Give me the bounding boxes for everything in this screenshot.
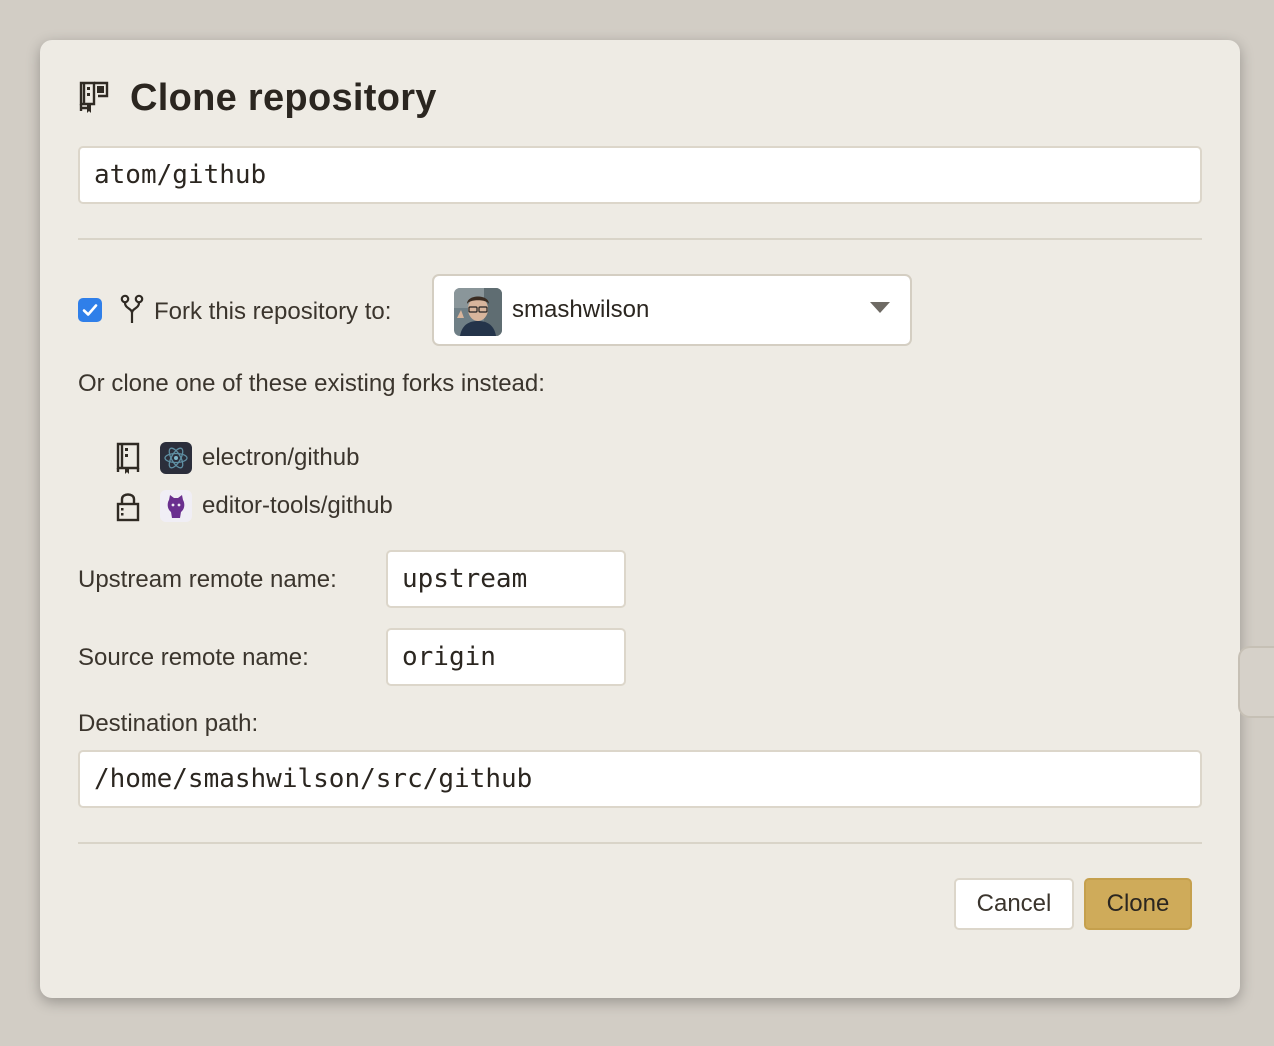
repository-input[interactable]	[78, 146, 1202, 204]
dialog-header: Clone repository	[78, 76, 437, 120]
destination-path-label: Destination path:	[78, 710, 259, 737]
existing-fork-item[interactable]: electron/github	[114, 440, 359, 476]
top-divider	[78, 238, 1202, 240]
upstream-remote-input[interactable]	[386, 550, 626, 608]
fork-owner-select[interactable]: smashwilson	[432, 274, 912, 346]
clone-button[interactable]: Clone	[1084, 878, 1192, 930]
source-remote-input[interactable]	[386, 628, 626, 686]
fork-checkbox[interactable]	[78, 298, 102, 322]
background-panel-tab	[1238, 646, 1274, 718]
fork-label: Fork this repository to:	[154, 298, 392, 325]
destination-path-input[interactable]	[78, 750, 1202, 808]
source-remote-label: Source remote name:	[78, 644, 309, 671]
user-avatar	[454, 288, 502, 336]
repo-clone-icon	[79, 81, 109, 113]
checkmark-icon	[82, 304, 98, 316]
repo-forked-icon	[120, 294, 144, 323]
fork-name: electron/github	[202, 444, 360, 471]
selected-owner: smashwilson	[512, 296, 650, 323]
fork-name: editor-tools/github	[202, 492, 393, 519]
dialog-title: Clone repository	[130, 76, 437, 119]
electron-avatar	[160, 442, 192, 474]
existing-forks-label: Or clone one of these existing forks ins…	[78, 370, 545, 397]
caret-down-icon	[870, 302, 890, 313]
cancel-button[interactable]: Cancel	[954, 878, 1074, 930]
clone-repository-dialog: Clone repository Fork this repository to…	[40, 40, 1240, 998]
upstream-remote-label: Upstream remote name:	[78, 566, 337, 593]
repo-icon	[116, 442, 140, 474]
existing-fork-item[interactable]: editor-tools/github	[114, 488, 393, 524]
octocat-avatar	[160, 490, 192, 522]
bottom-divider	[78, 842, 1202, 844]
lock-icon	[116, 493, 140, 522]
